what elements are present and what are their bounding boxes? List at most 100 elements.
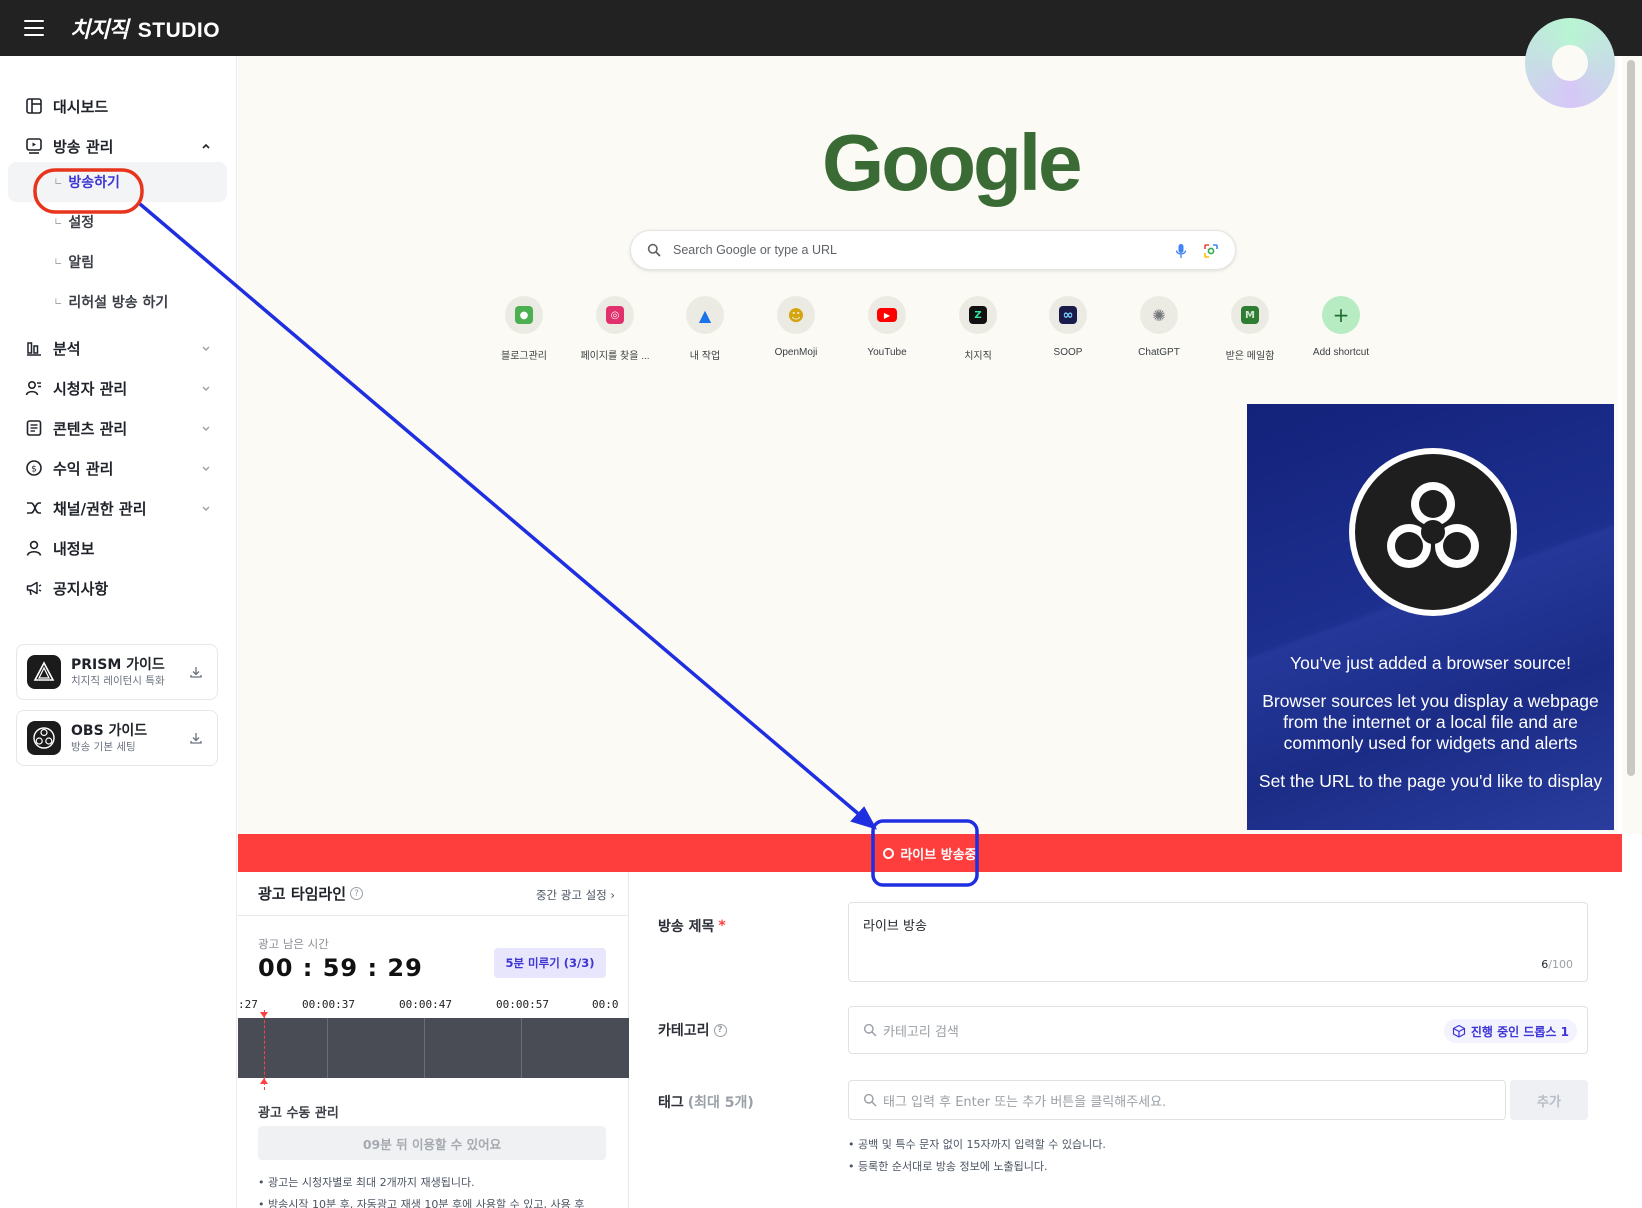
shortcut-label: 받은 메일함 xyxy=(1225,351,1275,362)
category-search-input[interactable]: 카테고리 검색 진행 중인 드롭스 1 xyxy=(848,1006,1588,1054)
sidebar-sub-item-rehearsal[interactable]: ∟ 리허설 방송 하기 xyxy=(8,282,227,322)
help-icon[interactable]: ? xyxy=(350,887,364,900)
sidebar-item-channel[interactable]: 채널/권한 관리 xyxy=(24,490,220,526)
timeline-tick-label: 00:00:57 xyxy=(496,998,549,1011)
active-drops-badge[interactable]: 진행 중인 드롭스 1 xyxy=(1443,1019,1577,1043)
chevron-down-icon[interactable] xyxy=(200,342,212,354)
broadcast-title-value: 라이브 방송 xyxy=(863,919,927,934)
sidebar-item-dashboard[interactable]: 대시보드 xyxy=(24,88,220,124)
tag-limit: (최대 5개) xyxy=(687,1095,754,1111)
ad-remaining-timer: 00 : 59 : 29 xyxy=(258,954,423,982)
obs-line-5: Set the URL to the page you'd like to di… xyxy=(1258,771,1603,791)
chevron-up-icon[interactable] xyxy=(200,140,212,152)
chevron-down-icon[interactable] xyxy=(200,382,212,394)
sidebar-item-notices[interactable]: 공지사항 xyxy=(24,570,220,606)
sidebar-sub-item-settings[interactable]: ∟ 설정 xyxy=(8,202,227,242)
sidebar-item-label: 콘텐츠 관리 xyxy=(53,419,128,438)
chevron-down-icon[interactable] xyxy=(200,502,212,514)
google-lens-icon[interactable] xyxy=(1203,243,1219,259)
title-label: 방송 제목 * xyxy=(658,916,726,936)
download-icon[interactable] xyxy=(189,731,203,745)
timeline-tick-label: 00:00:47 xyxy=(399,998,452,1011)
guide-title: PRISM 가이드 xyxy=(71,656,165,673)
category-label: 카테고리? xyxy=(658,1020,727,1040)
sub-item-label: 설정 xyxy=(68,215,95,231)
tag-add-button[interactable]: 추가 xyxy=(1510,1080,1588,1120)
dashboard-icon xyxy=(24,96,44,116)
postpone-5min-button[interactable]: 5분 미루기 (3/3) xyxy=(494,948,606,978)
sidebar-item-content[interactable]: 콘텐츠 관리 xyxy=(24,410,220,446)
mid-roll-settings-link[interactable]: 중간 광고 설정 › xyxy=(536,887,615,903)
shortcut-icon: ▲ xyxy=(686,296,724,334)
ad-panel-header: 광고 타임라인 ? 중간 광고 설정 › xyxy=(238,872,629,916)
google-search-bar[interactable]: Search Google or type a URL xyxy=(630,230,1236,270)
logo-studio-text: STUDIO xyxy=(137,19,221,42)
shortcut-label: 페이지를 찾을 ... xyxy=(580,351,650,362)
shortcut-add[interactable]: + Add shortcut xyxy=(1297,296,1385,358)
sidebar-item-label: 분석 xyxy=(53,339,81,358)
assistant-orb-icon[interactable] xyxy=(1525,18,1615,108)
logo-mark: 치지직 xyxy=(70,18,129,43)
tag-note: • 공백 및 특수 문자 없이 15자까지 입력할 수 있습니다. xyxy=(848,1138,1106,1151)
shortcut-instagram[interactable]: ◎ 페이지를 찾을 ... xyxy=(571,296,659,362)
tag-input[interactable]: 태그 입력 후 Enter 또는 추가 버튼을 클릭해주세요. xyxy=(848,1080,1506,1120)
sidebar-sub-item-alerts[interactable]: ∟ 알림 xyxy=(8,242,227,282)
sidebar-item-analytics[interactable]: 분석 xyxy=(24,330,220,366)
sidebar-item-label: 시청자 관리 xyxy=(53,379,128,398)
prism-guide-card[interactable]: PRISM 가이드 치지직 레이턴시 특화 xyxy=(16,644,218,700)
mid-roll-settings-text: 중간 광고 설정 xyxy=(535,888,607,902)
sidebar-sub-item-go-live[interactable]: ∟ 방송하기 xyxy=(8,162,227,202)
obs-line-4: commonly used for widgets and alerts xyxy=(1283,733,1578,753)
content-icon xyxy=(24,418,44,438)
sidebar-item-label: 공지사항 xyxy=(53,579,109,598)
branch-icon: ∟ xyxy=(54,216,63,228)
preview-scrollbar-thumb[interactable] xyxy=(1627,60,1635,776)
revenue-icon: $ xyxy=(24,458,44,478)
channel-icon xyxy=(24,498,44,518)
sidebar-item-my-info[interactable]: 내정보 xyxy=(24,530,220,566)
sidebar-item-broadcast[interactable]: 방송 관리 xyxy=(24,128,220,164)
viewers-icon xyxy=(24,378,44,398)
download-icon[interactable] xyxy=(189,665,203,679)
timeline-tick-label: 00:0 xyxy=(592,998,619,1011)
obs-swirl-icon xyxy=(1387,482,1479,568)
ad-remaining-label: 광고 남은 시간 xyxy=(258,937,329,951)
shortcut-icon: M xyxy=(1231,296,1269,334)
studio-logo[interactable]: 치지직 STUDIO xyxy=(70,12,220,44)
shortcut-inbox[interactable]: M 받은 메일함 xyxy=(1206,296,1294,362)
svg-text:$: $ xyxy=(31,465,37,475)
google-logo: Google xyxy=(822,118,1083,207)
search-icon xyxy=(863,1023,877,1037)
sidebar: 대시보드 방송 관리 ∟ 방송하기 ∟ 설정 ∟ 알림 ∟ 리허설 방송 하기 … xyxy=(0,56,237,1208)
shortcut-my-work[interactable]: ▲ 내 작업 xyxy=(661,296,749,362)
live-status-label[interactable]: 라이브 방송중 xyxy=(883,844,977,863)
chevron-down-icon[interactable] xyxy=(200,422,212,434)
ad-panel-title: 광고 타임라인 xyxy=(258,885,347,903)
tag-note: • 등록한 순서대로 방송 정보에 노출됩니다. xyxy=(848,1160,1048,1173)
shortcut-soop[interactable]: ∞ SOOP xyxy=(1024,296,1112,358)
obs-guide-card[interactable]: OBS 가이드 방송 기본 세팅 xyxy=(16,710,218,766)
shortcut-icon: ✺ xyxy=(1140,296,1178,334)
sidebar-item-label: 방송 관리 xyxy=(53,137,114,156)
shortcut-blog[interactable]: ● 블로그관리 xyxy=(480,296,568,362)
shortcut-icon: Z xyxy=(959,296,997,334)
manual-ad-title: 광고 수동 관리 xyxy=(258,1106,339,1121)
obs-line-2: Browser sources let you display a webpag… xyxy=(1262,691,1599,711)
help-icon[interactable]: ? xyxy=(713,1023,727,1037)
chevron-down-icon[interactable] xyxy=(200,462,212,474)
shortcut-chatgpt[interactable]: ✺ ChatGPT xyxy=(1115,296,1203,358)
shortcut-openmoji[interactable]: ☻ OpenMoji xyxy=(752,296,840,358)
shortcut-label: 내 작업 xyxy=(689,351,721,362)
shortcut-chzzk[interactable]: Z 치지직 xyxy=(934,296,1022,362)
live-indicator-icon xyxy=(883,847,895,859)
sidebar-item-revenue[interactable]: $ 수익 관리 xyxy=(24,450,220,486)
broadcast-title-input[interactable]: 라이브 방송 6/100 xyxy=(848,902,1588,982)
sidebar-item-label: 채널/권한 관리 xyxy=(53,499,147,518)
manual-ad-button[interactable]: 09분 뒤 이용할 수 있어요 xyxy=(258,1126,606,1160)
ad-timeline-track[interactable] xyxy=(238,1010,629,1090)
sidebar-item-viewers[interactable]: 시청자 관리 xyxy=(24,370,220,406)
microphone-icon[interactable] xyxy=(1175,243,1187,259)
menu-icon[interactable] xyxy=(24,20,44,36)
shortcut-youtube[interactable]: ▶ YouTube xyxy=(843,296,931,358)
analytics-icon xyxy=(24,338,44,358)
